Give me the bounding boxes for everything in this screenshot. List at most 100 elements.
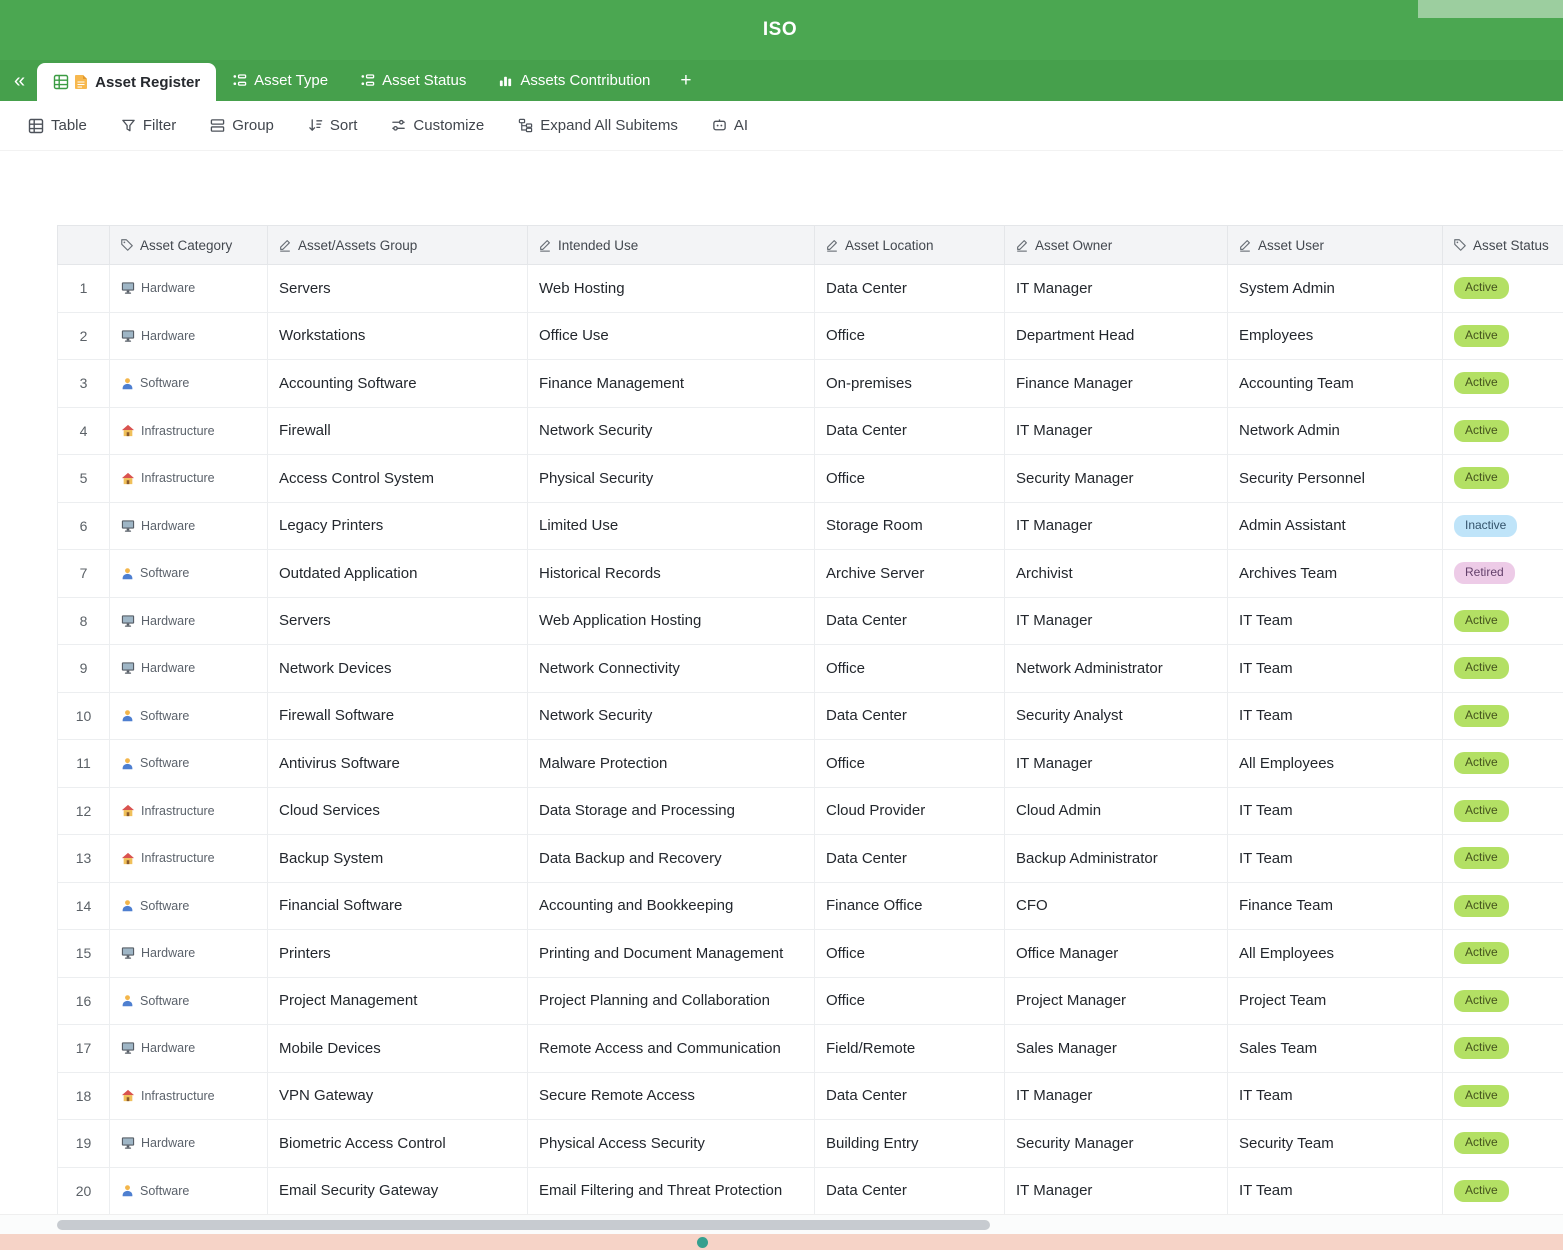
cell-asset-user[interactable]: IT Team	[1228, 1073, 1443, 1121]
cell-asset-location[interactable]: Data Center	[815, 1073, 1005, 1121]
status-badge[interactable]: Active	[1454, 1132, 1509, 1154]
cell-intended-use[interactable]: Office Use	[528, 313, 815, 361]
cell-asset-category[interactable]: Hardware	[110, 503, 268, 551]
table-row[interactable]: 18 Infrastructure VPN Gateway Secure Rem…	[57, 1073, 1563, 1121]
cell-asset-group[interactable]: Firewall Software	[268, 693, 528, 741]
cell-asset-category[interactable]: Infrastructure	[110, 408, 268, 456]
status-badge[interactable]: Active	[1454, 800, 1509, 822]
cell-asset-status[interactable]: Active	[1443, 883, 1563, 931]
horizontal-scrollbar[interactable]	[0, 1214, 1563, 1234]
cell-asset-user[interactable]: Network Admin	[1228, 408, 1443, 456]
cell-asset-status[interactable]: Active	[1443, 740, 1563, 788]
status-badge[interactable]: Active	[1454, 610, 1509, 632]
cell-asset-owner[interactable]: Cloud Admin	[1005, 788, 1228, 836]
cell-intended-use[interactable]: Network Security	[528, 693, 815, 741]
cell-asset-status[interactable]: Active	[1443, 1025, 1563, 1073]
cell-asset-location[interactable]: Data Center	[815, 1168, 1005, 1216]
cell-asset-category[interactable]: Software	[110, 1168, 268, 1216]
cell-asset-location[interactable]: Field/Remote	[815, 1025, 1005, 1073]
row-number[interactable]: 14	[57, 883, 110, 931]
cell-asset-category[interactable]: Hardware	[110, 645, 268, 693]
table-row[interactable]: 9 Hardware Network Devices Network Conne…	[57, 645, 1563, 693]
row-number[interactable]: 13	[57, 835, 110, 883]
status-badge[interactable]: Active	[1454, 277, 1509, 299]
cell-asset-status[interactable]: Active	[1443, 1168, 1563, 1216]
cell-asset-status[interactable]: Active	[1443, 978, 1563, 1026]
row-number[interactable]: 20	[57, 1168, 110, 1216]
cell-asset-owner[interactable]: Security Manager	[1005, 1120, 1228, 1168]
cell-asset-category[interactable]: Software	[110, 978, 268, 1026]
cell-asset-location[interactable]: Finance Office	[815, 883, 1005, 931]
row-number[interactable]: 17	[57, 1025, 110, 1073]
cell-intended-use[interactable]: Email Filtering and Threat Protection	[528, 1168, 815, 1216]
cell-asset-user[interactable]: All Employees	[1228, 930, 1443, 978]
cell-asset-group[interactable]: Workstations	[268, 313, 528, 361]
cell-asset-category[interactable]: Hardware	[110, 598, 268, 646]
toolbar-group[interactable]: Group	[210, 117, 274, 134]
status-badge[interactable]: Active	[1454, 325, 1509, 347]
cell-asset-owner[interactable]: IT Manager	[1005, 1168, 1228, 1216]
row-number[interactable]: 2	[57, 313, 110, 361]
status-badge[interactable]: Active	[1454, 467, 1509, 489]
cell-intended-use[interactable]: Limited Use	[528, 503, 815, 551]
cell-asset-user[interactable]: Security Team	[1228, 1120, 1443, 1168]
cell-intended-use[interactable]: Network Security	[528, 408, 815, 456]
cell-asset-location[interactable]: Cloud Provider	[815, 788, 1005, 836]
table-row[interactable]: 12 Infrastructure Cloud Services Data St…	[57, 788, 1563, 836]
cell-asset-group[interactable]: VPN Gateway	[268, 1073, 528, 1121]
cell-asset-category[interactable]: Hardware	[110, 313, 268, 361]
cell-intended-use[interactable]: Network Connectivity	[528, 645, 815, 693]
cell-asset-user[interactable]: IT Team	[1228, 835, 1443, 883]
cell-intended-use[interactable]: Project Planning and Collaboration	[528, 978, 815, 1026]
table-row[interactable]: 19 Hardware Biometric Access Control Phy…	[57, 1120, 1563, 1168]
cell-asset-location[interactable]: Office	[815, 645, 1005, 693]
status-badge[interactable]: Retired	[1454, 562, 1515, 584]
row-number[interactable]: 10	[57, 693, 110, 741]
cell-intended-use[interactable]: Remote Access and Communication	[528, 1025, 815, 1073]
collapse-sidebar-button[interactable]: «	[14, 71, 25, 91]
status-badge[interactable]: Active	[1454, 990, 1509, 1012]
cell-intended-use[interactable]: Data Backup and Recovery	[528, 835, 815, 883]
cell-asset-status[interactable]: Active	[1443, 265, 1563, 313]
cell-asset-owner[interactable]: IT Manager	[1005, 1073, 1228, 1121]
cell-asset-group[interactable]: Legacy Printers	[268, 503, 528, 551]
row-number[interactable]: 19	[57, 1120, 110, 1168]
cell-asset-user[interactable]: Archives Team	[1228, 550, 1443, 598]
cell-asset-user[interactable]: Project Team	[1228, 978, 1443, 1026]
row-number[interactable]: 18	[57, 1073, 110, 1121]
cell-asset-group[interactable]: Servers	[268, 265, 528, 313]
cell-asset-location[interactable]: Building Entry	[815, 1120, 1005, 1168]
cell-asset-group[interactable]: Financial Software	[268, 883, 528, 931]
row-number[interactable]: 16	[57, 978, 110, 1026]
cell-asset-owner[interactable]: Department Head	[1005, 313, 1228, 361]
status-badge[interactable]: Inactive	[1454, 515, 1517, 537]
column-header-intended-use[interactable]: Intended Use	[528, 225, 815, 265]
status-badge[interactable]: Active	[1454, 1037, 1509, 1059]
cell-asset-owner[interactable]: Finance Manager	[1005, 360, 1228, 408]
table-row[interactable]: 4 Infrastructure Firewall Network Securi…	[57, 408, 1563, 456]
cell-asset-location[interactable]: Office	[815, 313, 1005, 361]
add-view-tab[interactable]: +	[666, 60, 705, 101]
row-number[interactable]: 11	[57, 740, 110, 788]
cell-asset-owner[interactable]: Office Manager	[1005, 930, 1228, 978]
cell-asset-status[interactable]: Active	[1443, 360, 1563, 408]
status-badge[interactable]: Active	[1454, 420, 1509, 442]
status-badge[interactable]: Active	[1454, 895, 1509, 917]
status-badge[interactable]: Active	[1454, 705, 1509, 727]
toolbar-ai[interactable]: AI	[712, 117, 748, 134]
status-badge[interactable]: Active	[1454, 847, 1509, 869]
cell-asset-owner[interactable]: Project Manager	[1005, 978, 1228, 1026]
cell-asset-status[interactable]: Active	[1443, 598, 1563, 646]
cell-asset-group[interactable]: Network Devices	[268, 645, 528, 693]
cell-intended-use[interactable]: Physical Security	[528, 455, 815, 503]
toolbar-table[interactable]: Table	[28, 117, 87, 134]
tab-asset-type[interactable]: Asset Type	[216, 60, 344, 101]
cell-asset-status[interactable]: Active	[1443, 645, 1563, 693]
row-number[interactable]: 5	[57, 455, 110, 503]
cell-asset-category[interactable]: Software	[110, 693, 268, 741]
cell-intended-use[interactable]: Physical Access Security	[528, 1120, 815, 1168]
cell-intended-use[interactable]: Printing and Document Management	[528, 930, 815, 978]
table-row[interactable]: 16 Software Project Management Project P…	[57, 978, 1563, 1026]
cell-asset-owner[interactable]: Security Manager	[1005, 455, 1228, 503]
cell-intended-use[interactable]: Web Application Hosting	[528, 598, 815, 646]
